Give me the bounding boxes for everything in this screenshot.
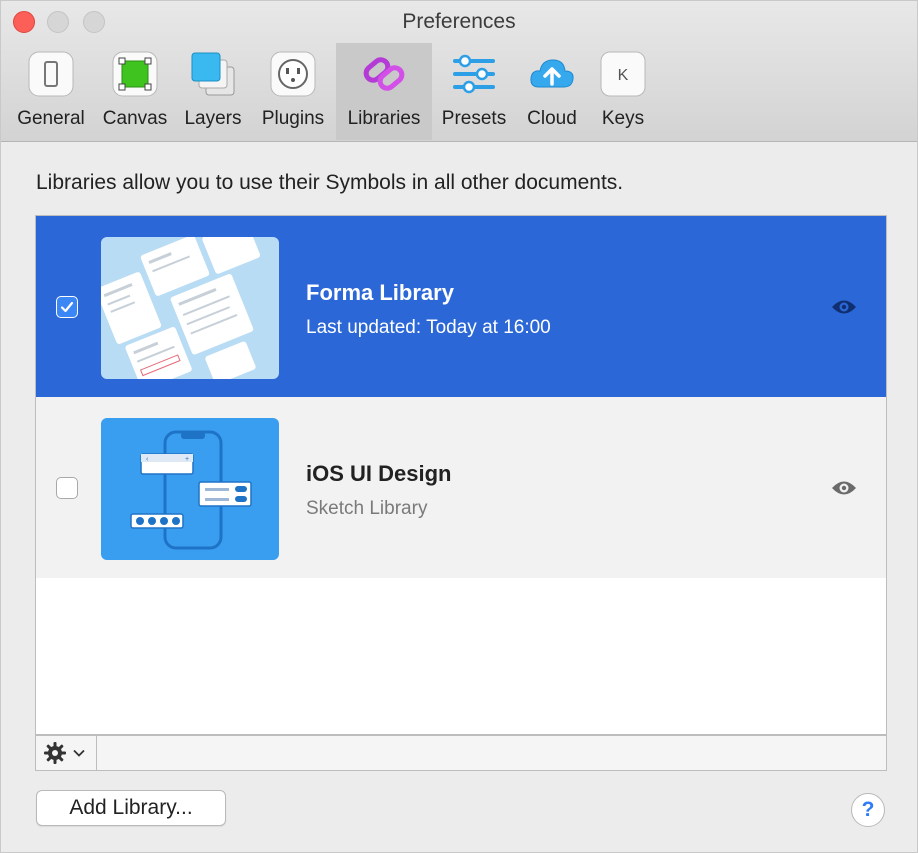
gear-icon [44,742,66,764]
tab-plugins-label: Plugins [261,108,325,129]
tab-canvas-label: Canvas [102,108,168,129]
library-row-forma[interactable]: Forma Library Last updated: Today at 16:… [36,216,886,397]
libraries-icon [363,57,405,91]
eye-icon[interactable] [831,298,857,316]
keys-icon: K [600,51,646,97]
tab-cloud[interactable]: Cloud [516,43,588,140]
general-icon [28,51,74,97]
checkmark-icon [60,301,74,313]
tab-libraries-label: Libraries [347,108,421,129]
library-name: Forma Library [306,280,454,305]
svg-text:K: K [618,67,629,84]
tab-cloud-label: Cloud [527,108,577,129]
tab-plugins[interactable]: Plugins [253,43,333,140]
library-row-ios[interactable]: ‹ + iOS UI Design Sketch Library [36,397,886,578]
ios-library-thumbnail: ‹ + [101,418,279,560]
tab-general[interactable]: General [9,43,93,140]
library-checkbox-forma[interactable] [56,296,78,318]
add-library-button[interactable]: Add Library... [36,790,226,826]
tab-libraries[interactable]: Libraries [336,43,432,140]
tab-layers[interactable]: Layers [177,43,249,140]
eye-icon[interactable] [831,479,857,497]
tab-presets-label: Presets [441,108,507,129]
library-list: Forma Library Last updated: Today at 16:… [35,215,887,735]
tab-keys-label: Keys [601,108,645,129]
window-title: Preferences [402,10,516,33]
chevron-down-icon [73,749,85,757]
canvas-icon [112,51,158,97]
layers-icon [191,52,235,96]
tab-layers-label: Layers [184,108,242,129]
tab-general-label: General [17,108,85,129]
actions-menu-button[interactable] [36,736,97,770]
tab-keys[interactable]: K Keys [591,43,655,140]
tab-canvas[interactable]: Canvas [97,43,173,140]
library-subtitle: Last updated: Today at 16:00 [306,317,551,338]
titlebar: Preferences General Canvas Layers Plugin… [1,1,917,142]
library-subtitle: Sketch Library [306,498,428,519]
library-name: iOS UI Design [306,461,452,486]
tab-presets[interactable]: Presets [435,43,513,140]
presets-icon [453,54,495,94]
preferences-window: Preferences General Canvas Layers Plugin… [0,0,918,853]
library-list-footer [35,735,887,771]
plugins-icon [270,51,316,97]
svg-text:+: + [185,456,189,463]
library-checkbox-ios[interactable] [56,477,78,499]
help-button[interactable]: ? [851,793,885,827]
preferences-toolbar: General Canvas Layers Plugins Libraries … [1,43,917,141]
cloud-icon [530,59,574,88]
forma-library-thumbnail [101,237,279,379]
libraries-description: Libraries allow you to use their Symbols… [36,171,624,194]
